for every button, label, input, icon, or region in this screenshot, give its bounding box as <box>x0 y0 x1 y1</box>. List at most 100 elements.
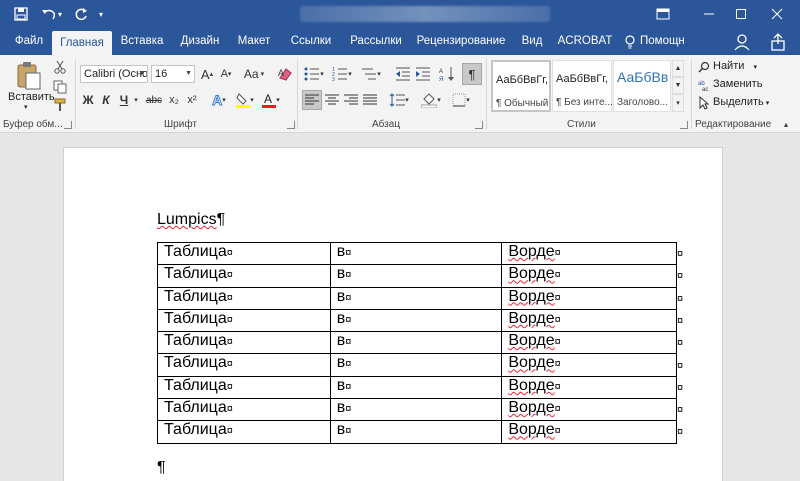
shading-icon[interactable]: ▾ <box>418 90 444 110</box>
align-center-icon[interactable] <box>323 90 341 110</box>
clear-formatting-icon[interactable]: A <box>276 65 294 83</box>
share-icon[interactable] <box>768 32 788 52</box>
decrease-indent-icon[interactable] <box>394 65 412 83</box>
bold-button[interactable]: Ж <box>80 91 96 109</box>
show-formatting-marks-icon[interactable]: ¶ <box>462 63 482 85</box>
document-heading[interactable]: Lumpics¶ <box>157 211 225 229</box>
select-button[interactable]: Выделить ▾ <box>713 96 769 108</box>
table-cell[interactable]: Ворде¤ <box>501 241 677 266</box>
format-painter-icon[interactable] <box>52 97 68 113</box>
table-row[interactable]: Таблица¤ в¤ Ворде¤ <box>157 353 677 377</box>
table-cell[interactable]: Ворде¤ <box>501 264 677 288</box>
cut-icon[interactable] <box>52 59 68 75</box>
undo-dropdown-icon[interactable]: ▾ <box>54 0 66 28</box>
table-cell[interactable]: в¤ <box>329 398 503 422</box>
grow-font-icon[interactable]: A ▴ <box>199 65 215 83</box>
replace-button[interactable]: Заменить <box>713 78 762 90</box>
table-row[interactable]: Таблица¤ в¤ Ворде¤ <box>157 420 677 444</box>
paste-icon[interactable] <box>14 61 44 91</box>
bullets-icon[interactable]: ▾ <box>302 65 326 83</box>
table-cell[interactable]: Ворде¤ <box>501 308 677 333</box>
highlight-icon[interactable]: ▾ <box>234 91 256 109</box>
tell-me-search[interactable]: Помощн <box>640 28 688 55</box>
table-cell[interactable]: в¤ <box>329 420 503 444</box>
font-launcher-icon[interactable] <box>287 121 295 129</box>
numbering-icon[interactable]: 1 2 3 ▾ <box>330 65 354 83</box>
clipboard-launcher-icon[interactable] <box>64 121 72 129</box>
tab-view[interactable]: Вид <box>514 28 550 55</box>
underline-button[interactable]: Ч <box>116 91 132 109</box>
italic-button[interactable]: К <box>98 91 114 109</box>
table-cell[interactable]: Таблица¤ <box>157 398 331 422</box>
shrink-font-icon[interactable]: A ▾ <box>218 65 234 83</box>
table-cell[interactable]: в¤ <box>329 331 503 355</box>
underline-dropdown-icon[interactable]: ▾ <box>131 91 141 109</box>
tab-home[interactable]: Главная <box>52 31 112 55</box>
document-table[interactable]: Таблица¤ в¤ Ворде¤ Таблица¤ в¤ Ворде¤ Таблица¤… <box>157 241 677 444</box>
tab-mailings[interactable]: Рассылки <box>346 28 406 55</box>
style-no-spacing[interactable]: АаБбВвГг, ¶ Без инте... <box>552 60 613 112</box>
table-row[interactable]: Таблица¤ в¤ Ворде¤ <box>157 241 677 266</box>
table-cell[interactable]: в¤ <box>329 375 503 400</box>
table-cell[interactable]: Ворде¤ <box>501 353 677 377</box>
align-left-icon[interactable] <box>302 90 322 110</box>
table-cell[interactable]: в¤ <box>329 353 503 377</box>
tab-layout[interactable]: Макет <box>232 28 276 55</box>
font-color-icon[interactable]: A ▾ <box>260 91 282 109</box>
table-cell[interactable]: Ворде¤ <box>501 375 677 400</box>
styles-scroll-down-icon[interactable]: ▼ <box>672 77 684 94</box>
tab-acrobat[interactable]: ACROBAT <box>556 28 614 55</box>
tab-insert[interactable]: Вставка <box>116 28 168 55</box>
table-cell[interactable]: Таблица¤ <box>157 308 331 333</box>
paste-button[interactable]: Вставить <box>8 91 55 103</box>
customize-qa-icon[interactable]: ▾ <box>94 0 108 28</box>
table-row[interactable]: Таблица¤ в¤ Ворде¤ <box>157 308 677 333</box>
table-cell[interactable]: Ворде¤ <box>501 398 677 422</box>
change-case-button[interactable]: Aa ▾ <box>240 65 268 83</box>
collapse-ribbon-icon[interactable]: ▴ <box>780 119 792 129</box>
styles-launcher-icon[interactable] <box>680 121 688 129</box>
table-cell[interactable]: Таблица¤ <box>157 331 331 355</box>
close-icon[interactable] <box>754 0 800 28</box>
save-icon[interactable] <box>8 0 34 28</box>
font-name-select[interactable]: Calibri (Осно ▼ <box>80 65 148 83</box>
table-cell[interactable]: Таблица¤ <box>157 353 331 377</box>
redo-icon[interactable] <box>68 0 94 28</box>
increase-indent-icon[interactable] <box>414 65 432 83</box>
table-cell[interactable]: в¤ <box>329 241 503 266</box>
table-cell[interactable]: Таблица¤ <box>157 286 331 310</box>
table-cell[interactable]: Таблица¤ <box>157 420 331 444</box>
tab-references[interactable]: Ссылки <box>286 28 336 55</box>
style-heading[interactable]: АаБбВв Заголово... <box>613 60 671 112</box>
superscript-button[interactable]: x² <box>184 91 200 109</box>
paragraph-launcher-icon[interactable] <box>475 121 483 129</box>
justify-icon[interactable] <box>361 90 379 110</box>
document-page[interactable]: Lumpics¶ Таблица¤ в¤ Ворде¤ Таблица¤ в¤ Ворде… <box>63 147 723 481</box>
sort-icon[interactable]: AЯ <box>438 65 456 83</box>
borders-icon[interactable]: ▾ <box>448 90 474 110</box>
strikethrough-button[interactable]: abc <box>143 91 165 109</box>
table-cell[interactable]: в¤ <box>329 286 503 310</box>
table-row[interactable]: Таблица¤ в¤ Ворде¤ <box>157 286 677 310</box>
styles-more-icon[interactable]: ▾ <box>672 94 684 112</box>
font-size-select[interactable]: 16 ▼ <box>151 65 195 83</box>
style-normal[interactable]: АаБбВвГг, ¶ Обычный <box>491 60 551 112</box>
line-spacing-icon[interactable]: ▾ <box>386 90 412 110</box>
table-cell[interactable]: Таблица¤ <box>157 375 331 400</box>
align-right-icon[interactable] <box>342 90 360 110</box>
table-cell[interactable]: в¤ <box>329 264 503 288</box>
copy-icon[interactable] <box>52 79 68 95</box>
table-row[interactable]: Таблица¤ в¤ Ворде¤ <box>157 375 677 400</box>
table-cell[interactable]: Таблица¤ <box>157 241 331 266</box>
table-row[interactable]: Таблица¤ в¤ Ворде¤ <box>157 264 677 288</box>
user-icon[interactable] <box>732 32 752 52</box>
table-row[interactable]: Таблица¤ в¤ Ворде¤ <box>157 398 677 422</box>
text-effects-icon[interactable]: A ▾ <box>208 91 230 109</box>
table-cell[interactable]: Ворде¤ <box>501 331 677 355</box>
find-button[interactable]: Найти ▾ <box>713 60 757 72</box>
subscript-button[interactable]: x₂ <box>166 91 182 109</box>
table-cell[interactable]: Ворде¤ <box>501 420 677 444</box>
multilevel-list-icon[interactable]: ▾ <box>358 65 384 83</box>
paste-dropdown-icon[interactable]: ▾ <box>24 103 28 111</box>
tab-design[interactable]: Дизайн <box>176 28 224 55</box>
